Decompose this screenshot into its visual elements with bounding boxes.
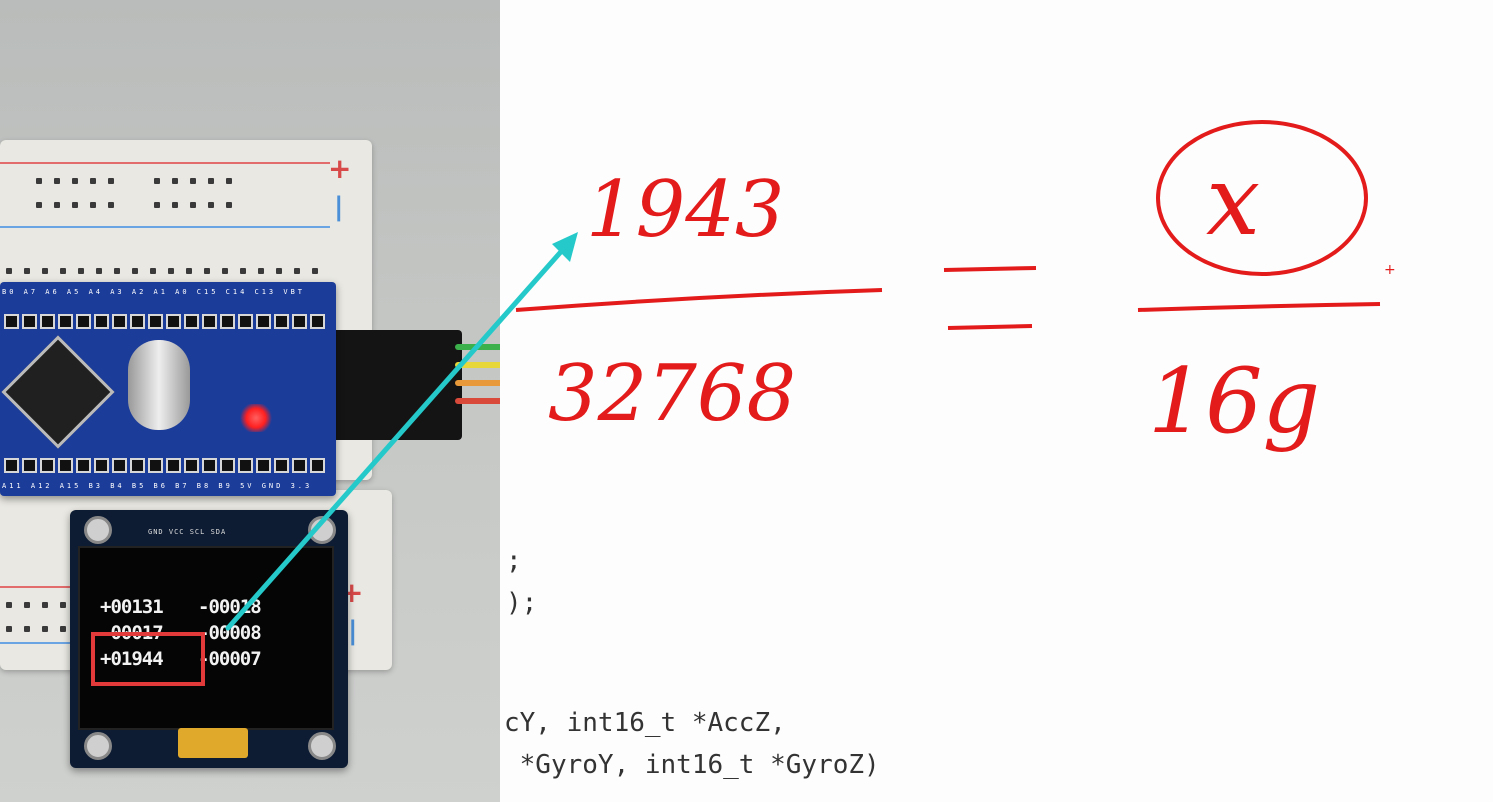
mount-hole — [308, 516, 336, 544]
highlight-box — [91, 632, 205, 686]
hole-row — [36, 202, 232, 208]
top-pin-labels: B0 A7 A6 A5 A4 A3 A2 A1 A0 C15 C14 C13 V… — [2, 288, 306, 296]
oled-pin-labels: GND VCC SCL SDA — [148, 528, 227, 536]
stm32-board: B0 A7 A6 A5 A4 A3 A2 A1 A0 C15 C14 C13 V… — [0, 282, 336, 496]
camera-view: + | + | B0 A7 A6 A5 A4 A3 A2 A1 A0 C15 C… — [0, 0, 500, 802]
bottom-pin-header — [4, 458, 325, 473]
wire-orange — [455, 380, 500, 386]
plus-marking: + — [328, 152, 352, 185]
top-pin-header — [4, 314, 325, 329]
mount-hole — [84, 516, 112, 544]
code-line: *GyroY, int16_t *GyroZ) — [504, 750, 880, 780]
mcu-chip — [1, 335, 115, 449]
oled-flex-cable — [178, 728, 248, 758]
oled-row-1-right: -00018 — [198, 596, 262, 618]
dupont-connector — [322, 330, 462, 440]
wire-red — [455, 398, 500, 404]
negative-rail-line — [0, 226, 330, 228]
power-led — [240, 404, 272, 432]
mount-hole — [308, 732, 336, 760]
positive-rail-line — [0, 162, 330, 164]
wire-yellow — [455, 362, 500, 368]
hole-row — [6, 602, 66, 608]
oled-row-2-right: -00008 — [198, 622, 262, 644]
hole-row — [6, 268, 318, 274]
hole-row — [36, 178, 232, 184]
oled-row-1-left: +00131 — [100, 596, 164, 618]
code-line: ; — [506, 546, 522, 576]
code-editor-panel: ; ); cY, int16_t *AccZ, *GyroY, int16_t … — [500, 0, 1493, 802]
wire-green — [455, 344, 500, 350]
oled-row-3-right: -00007 — [198, 648, 262, 670]
crystal-oscillator — [128, 340, 190, 430]
bottom-pin-labels: A11 A12 A15 B3 B4 B5 B6 B7 B8 B9 5V GND … — [2, 482, 313, 490]
mount-hole — [84, 732, 112, 760]
code-line: ); — [506, 588, 538, 618]
minus-marking: | — [348, 616, 358, 646]
hole-row — [6, 626, 66, 632]
minus-marking: | — [334, 192, 344, 222]
code-line: cY, int16_t *AccZ, — [504, 708, 786, 738]
